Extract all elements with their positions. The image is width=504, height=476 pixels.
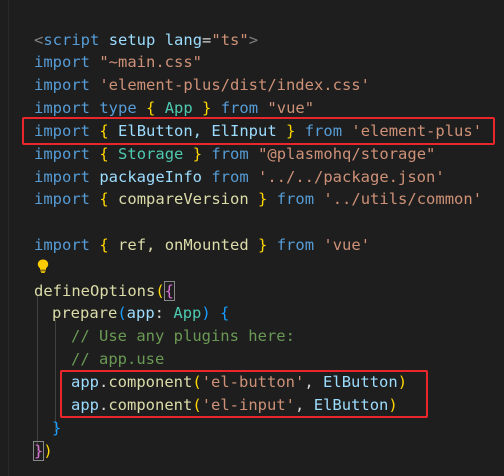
string: '../../package.json': [258, 168, 445, 186]
keyword: import: [34, 236, 90, 254]
string: 'element-plus/dist/index.css': [99, 76, 370, 94]
comment: // app.use: [71, 350, 165, 368]
code-line-import-vue: import { ref, onMounted } from 'vue': [34, 234, 370, 256]
code-line-prepare: prepare(app: App) {: [52, 302, 229, 324]
brace-close: }: [32, 441, 45, 461]
string: '../utils/common': [323, 190, 483, 208]
paren-open: (: [117, 304, 127, 322]
string: "vue": [267, 99, 315, 117]
param-type: App: [173, 304, 202, 322]
import-name: App: [164, 99, 193, 117]
comment: // Use any plugins here:: [71, 327, 295, 345]
string: "~main.css": [99, 53, 202, 71]
brace-open: {: [146, 99, 156, 117]
colon: :: [154, 304, 165, 322]
keyword: import: [34, 145, 90, 163]
tag-close: >: [248, 31, 259, 49]
code-line-import-type-app: import type { App } from "vue": [34, 97, 314, 119]
highlight-box-import: [22, 117, 495, 145]
brace-open: {: [220, 304, 230, 322]
keyword: import: [34, 53, 90, 71]
import-name: compareVersion: [118, 190, 249, 208]
brace-open: {: [99, 190, 109, 208]
function-name: prepare: [52, 304, 118, 322]
string: 'vue': [323, 236, 371, 254]
attr-eq: =: [202, 31, 212, 49]
keyword-from: from: [211, 145, 249, 163]
code-line-close-define-options: }): [32, 440, 53, 462]
import-names: ref, onMounted: [118, 236, 249, 254]
keyword: import: [34, 168, 90, 186]
brace-close: }: [258, 190, 268, 208]
code-editor[interactable]: <script setup lang="ts"> import "~main.c…: [0, 0, 504, 476]
keyword-from: from: [276, 236, 315, 254]
highlight-box-components: [60, 370, 428, 418]
keyword: import: [34, 76, 90, 94]
code-line-import-main-css: import "~main.css": [34, 51, 202, 73]
brace-open: {: [99, 236, 109, 254]
tag-name: script: [43, 31, 100, 49]
keyword-from: from: [211, 168, 249, 186]
code-line-comment-app-use: // app.use: [71, 348, 164, 370]
lightbulb-icon[interactable]: [37, 259, 49, 273]
brace-close: }: [202, 99, 212, 117]
paren-close: ): [201, 304, 211, 322]
keyword-from: from: [276, 190, 315, 208]
import-name: packageInfo: [99, 168, 202, 186]
keyword: import: [34, 190, 90, 208]
keyword-from: from: [220, 99, 259, 117]
code-line-comment-plugins: // Use any plugins here:: [71, 325, 295, 347]
attr-value: "ts": [211, 31, 249, 49]
paren-open: (: [155, 282, 165, 300]
indent-guide: [37, 296, 38, 456]
code-line-close-prepare: }: [52, 417, 61, 439]
code-line-import-compare-version: import { compareVersion } from '../utils…: [34, 188, 482, 210]
lightbulb-icon-graphic: [37, 259, 49, 273]
brace-open: {: [163, 281, 176, 301]
tag-open: <: [34, 31, 44, 49]
brace-open: {: [99, 145, 109, 163]
attr-lang: lang: [164, 31, 203, 49]
brace-close: }: [258, 236, 268, 254]
function-name: defineOptions: [34, 282, 156, 300]
attr-setup: setup: [108, 31, 156, 49]
keyword-type: type: [99, 99, 137, 117]
paren-close: ): [43, 442, 53, 460]
code-line-define-options: defineOptions({: [34, 280, 176, 302]
string: "@plasmohq/storage": [258, 145, 436, 163]
brace-close: }: [192, 145, 203, 163]
brace-close: }: [52, 419, 62, 437]
code-line-script-tag: <script setup lang="ts">: [34, 29, 258, 51]
editor-gutter: [0, 0, 9, 476]
code-line-import-package-info: import packageInfo from '../../package.j…: [34, 166, 445, 188]
keyword: import: [34, 99, 90, 117]
code-line-import-element-css: import 'element-plus/dist/index.css': [34, 74, 370, 96]
import-name: Storage: [118, 145, 184, 163]
param-name: app: [126, 304, 155, 322]
code-line-import-storage: import { Storage } from "@plasmohq/stora…: [34, 143, 435, 165]
indent-guide: [55, 320, 56, 432]
